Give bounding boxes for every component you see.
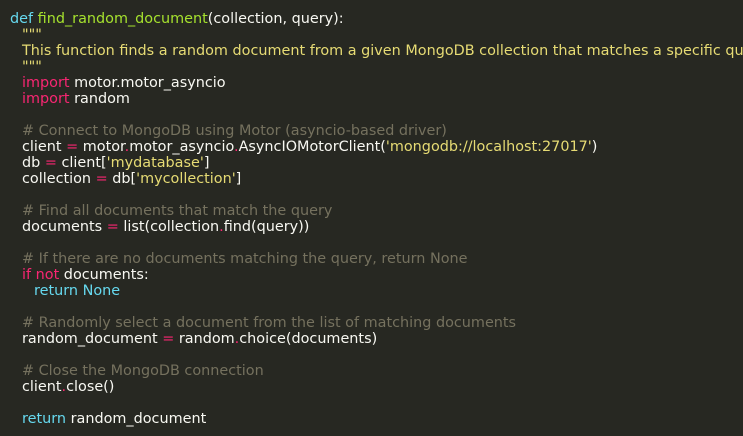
code-line: return random_document: [10, 411, 743, 427]
function-name: find_random_document: [37, 11, 208, 27]
code-line: """: [10, 59, 743, 75]
module-name: motor.motor_asyncio: [74, 75, 226, 91]
string-literal: 'mydatabase': [106, 155, 204, 171]
docstring: """: [22, 59, 42, 75]
code-line: import motor.motor_asyncio: [10, 75, 743, 91]
comment: # Connect to MongoDB using Motor (asynci…: [22, 123, 447, 139]
docstring: """: [22, 27, 42, 43]
identifier: random: [178, 331, 235, 347]
keyword: None: [82, 283, 121, 299]
docstring: This function finds a random document fr…: [22, 43, 743, 59]
code-line: db = client['mydatabase']: [10, 155, 743, 171]
identifier: client: [22, 379, 62, 395]
identifier: motor: [82, 139, 125, 155]
module-name: random: [74, 91, 130, 107]
keyword: import: [22, 91, 70, 107]
code-line: """: [10, 27, 743, 43]
keyword: return: [22, 411, 67, 427]
comment: # If there are no documents matching the…: [22, 251, 468, 267]
code-line: client.close(): [10, 379, 743, 395]
comment: # Close the MongoDB connection: [22, 363, 264, 379]
function-signature: (collection, query):: [207, 11, 344, 27]
keyword: return: [34, 283, 79, 299]
identifier: choice(documents): [239, 331, 378, 347]
code-line: collection = db['mycollection']: [10, 171, 743, 187]
code-line: def find_random_document(collection, que…: [10, 11, 743, 27]
keyword: def: [10, 11, 34, 27]
code-editor[interactable]: def find_random_document(collection, que…: [0, 0, 743, 436]
code-line: import random: [10, 91, 743, 107]
identifier: close(): [66, 379, 115, 395]
identifier: client[: [61, 155, 107, 171]
identifier: random_document: [70, 411, 207, 427]
code-line: documents = list(collection.find(query)): [10, 219, 743, 235]
code-line: # Randomly select a document from the li…: [10, 315, 743, 331]
code-line: # If there are no documents matching the…: [10, 251, 743, 267]
code-line: # Connect to MongoDB using Motor (asynci…: [10, 123, 743, 139]
punctuation: ]: [203, 155, 210, 171]
identifier: AsyncIOMotorClient(: [238, 139, 386, 155]
code-line: return None: [10, 283, 743, 299]
identifier: find(query)): [223, 219, 310, 235]
comment: # Find all documents that match the quer…: [22, 203, 333, 219]
operator: =: [162, 331, 175, 347]
operator: =: [95, 171, 108, 187]
keyword: if: [22, 267, 32, 283]
string-literal: 'mongodb://localhost:27017': [385, 139, 592, 155]
code-line: # Close the MongoDB connection: [10, 363, 743, 379]
punctuation: ): [591, 139, 598, 155]
code-line: if not documents:: [10, 267, 743, 283]
identifier: client: [22, 139, 62, 155]
keyword: not: [35, 267, 60, 283]
code-line: random_document = random.choice(document…: [10, 331, 743, 347]
identifier: list(collection: [123, 219, 220, 235]
comment: # Randomly select a document from the li…: [22, 315, 517, 331]
keyword: import: [22, 75, 70, 91]
identifier: db[: [112, 171, 137, 187]
identifier: motor_asyncio: [129, 139, 234, 155]
identifier: db: [22, 155, 41, 171]
punctuation: ]: [235, 171, 242, 187]
string-literal: 'mycollection': [136, 171, 236, 187]
code-line: This function finds a random document fr…: [10, 43, 743, 59]
code-line: client = motor.motor_asyncio.AsyncIOMoto…: [10, 139, 743, 155]
identifier: collection: [22, 171, 92, 187]
code-line: # Find all documents that match the quer…: [10, 203, 743, 219]
identifier: random_document: [22, 331, 158, 347]
operator: =: [44, 155, 57, 171]
identifier: documents: [22, 219, 103, 235]
identifier: documents:: [59, 267, 149, 283]
operator: =: [66, 139, 79, 155]
operator: =: [106, 219, 119, 235]
